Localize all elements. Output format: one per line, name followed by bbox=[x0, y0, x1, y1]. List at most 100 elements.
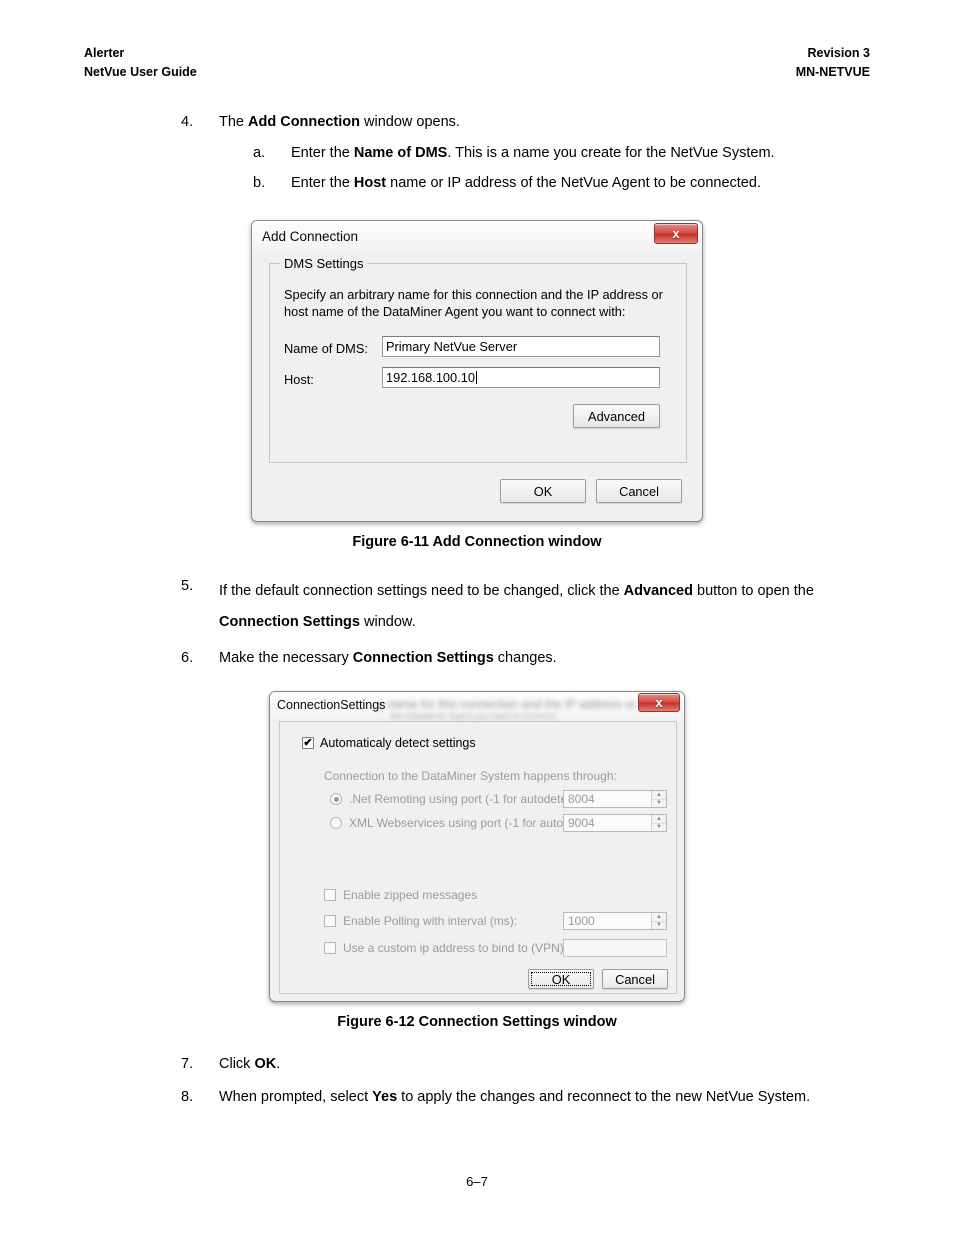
header-document-title: NetVue User Guide bbox=[84, 65, 197, 79]
host-label: Host: bbox=[284, 372, 314, 387]
page-footer: 6–7 bbox=[0, 1174, 954, 1189]
checkbox-icon bbox=[324, 942, 336, 954]
step-8-text-before: When prompted, select bbox=[219, 1089, 373, 1105]
spinner-arrows-icon[interactable]: ▲ ▼ bbox=[651, 913, 666, 929]
header-revision: Revision 3 bbox=[807, 46, 870, 60]
step-7-text: Click OK. bbox=[219, 1054, 954, 1075]
step-4-number: 4. bbox=[181, 114, 194, 130]
step-8-number: 8. bbox=[181, 1089, 194, 1105]
add-connection-dialog: Add Connection x DMS Settings Specify an… bbox=[251, 220, 703, 522]
spinner-down-icon[interactable]: ▼ bbox=[652, 824, 666, 832]
net-remoting-port-value: 8004 bbox=[568, 792, 595, 806]
enable-polling-label: Enable Polling with interval (ms): bbox=[343, 914, 518, 928]
checkbox-icon bbox=[324, 915, 336, 927]
connection-settings-body: ✔ Automaticaly detect settings Connectio… bbox=[279, 721, 677, 994]
checkbox-icon bbox=[324, 889, 336, 901]
connection-settings-titlebar[interactable]: ConnectionSettings y name for this conne… bbox=[270, 692, 684, 721]
step-4b-text-after: name or IP address of the NetVue Agent t… bbox=[386, 175, 761, 191]
step-5-number: 5. bbox=[181, 578, 194, 594]
step-5-text-mid: button to open the bbox=[692, 583, 814, 599]
xml-webservices-port-spinner[interactable]: 9004 ▲ ▼ bbox=[563, 814, 667, 832]
ghost-text-line1: y name for this connection and the IP ad… bbox=[378, 697, 636, 711]
step-8-text-after: to apply the changes and reconnect to th… bbox=[397, 1089, 811, 1105]
xml-webservices-port-value: 9004 bbox=[568, 816, 595, 830]
add-connection-titlebar[interactable]: Add Connection x bbox=[252, 221, 702, 251]
dms-description-line2: host name of the DataMiner Agent you wan… bbox=[284, 304, 626, 319]
step-4b-number: b. bbox=[253, 175, 266, 191]
custom-ip-value bbox=[564, 942, 568, 956]
step-5-bold-connection-settings: Connection Settings bbox=[219, 614, 360, 630]
step-6-text-after: changes. bbox=[493, 650, 557, 666]
spinner-down-icon[interactable]: ▼ bbox=[652, 800, 666, 808]
step-7-bold-ok: OK bbox=[254, 1056, 277, 1072]
header-document-owner: Alerter bbox=[84, 46, 125, 60]
step-7-number: 7. bbox=[181, 1056, 194, 1072]
header-left: Alerter NetVue User Guide bbox=[84, 44, 197, 82]
step-4a-text: Enter the Name of DMS. This is a name yo… bbox=[291, 143, 954, 164]
step-4-text: The Add Connection window opens. bbox=[219, 112, 954, 133]
document-content: 4. The Add Connection window opens. a. E… bbox=[0, 112, 954, 1118]
step-5-text-before: If the default connection settings need … bbox=[219, 583, 624, 599]
spinner-arrows-icon[interactable]: ▲ ▼ bbox=[651, 791, 666, 807]
step-7: 7. Click OK. bbox=[0, 1054, 954, 1075]
enable-zipped-messages-checkbox[interactable]: Enable zipped messages bbox=[324, 888, 477, 902]
custom-ip-input[interactable] bbox=[563, 939, 667, 957]
spinner-arrows-icon[interactable]: ▲ ▼ bbox=[651, 815, 666, 831]
ok-button[interactable]: OK bbox=[528, 969, 594, 989]
step-4-text-after: window opens. bbox=[359, 114, 460, 130]
step-6: 6. Make the necessary Connection Setting… bbox=[0, 648, 954, 669]
spinner-down-icon[interactable]: ▼ bbox=[652, 922, 666, 930]
checkbox-icon: ✔ bbox=[302, 737, 314, 749]
name-of-dms-input[interactable]: Primary NetVue Server bbox=[382, 336, 660, 357]
use-custom-ip-checkbox[interactable]: Use a custom ip address to bind to (VPN)… bbox=[324, 941, 567, 955]
connection-through-label: Connection to the DataMiner System happe… bbox=[324, 769, 617, 783]
cancel-button[interactable]: Cancel bbox=[596, 479, 682, 503]
spinner-up-icon[interactable]: ▲ bbox=[652, 913, 666, 922]
host-value: 192.168.100.10 bbox=[386, 370, 475, 385]
dms-settings-description: Specify an arbitrary name for this conne… bbox=[284, 286, 676, 320]
ok-button[interactable]: OK bbox=[500, 479, 586, 503]
dms-settings-groupbox: DMS Settings Specify an arbitrary name f… bbox=[269, 256, 687, 463]
radio-net-remoting[interactable]: .Net Remoting using port (-1 for autodet… bbox=[330, 792, 580, 806]
cancel-button[interactable]: Cancel bbox=[602, 969, 668, 989]
cancel-button-label: Cancel bbox=[615, 971, 655, 987]
figure-6-12: ConnectionSettings y name for this conne… bbox=[0, 691, 954, 1002]
spinner-up-icon[interactable]: ▲ bbox=[652, 815, 666, 824]
host-input[interactable]: 192.168.100.10 bbox=[382, 367, 660, 388]
name-of-dms-value: Primary NetVue Server bbox=[386, 339, 518, 354]
step-5: 5. If the default connection settings ne… bbox=[0, 576, 954, 638]
automatically-detect-settings-checkbox[interactable]: ✔ Automaticaly detect settings bbox=[302, 736, 476, 750]
polling-interval-spinner[interactable]: 1000 ▲ ▼ bbox=[563, 912, 667, 930]
radio-xml-webservices[interactable]: XML Webservices using port (-1 for autod… bbox=[330, 816, 600, 830]
use-custom-ip-label: Use a custom ip address to bind to (VPN)… bbox=[343, 941, 568, 955]
spinner-up-icon[interactable]: ▲ bbox=[652, 791, 666, 800]
enable-polling-checkbox[interactable]: Enable Polling with interval (ms): bbox=[324, 914, 517, 928]
step-4b-bold-host: Host bbox=[353, 175, 387, 191]
figure-6-12-caption: Figure 6-12 Connection Settings window bbox=[337, 1014, 617, 1030]
page-number: 6–7 bbox=[466, 1174, 488, 1189]
close-icon[interactable]: x bbox=[654, 223, 698, 244]
ok-button-label: OK bbox=[551, 971, 571, 987]
step-4-bold-add-connection: Add Connection bbox=[248, 114, 360, 130]
dms-settings-label: DMS Settings bbox=[280, 256, 368, 271]
step-4b-text: Enter the Host name or IP address of the… bbox=[291, 173, 954, 194]
close-icon[interactable]: x bbox=[638, 693, 680, 712]
step-8-bold-yes: Yes bbox=[372, 1089, 398, 1105]
advanced-button[interactable]: Advanced bbox=[573, 404, 660, 428]
text-caret bbox=[475, 371, 477, 384]
check-icon: ✔ bbox=[303, 736, 313, 749]
dms-description-line1: Specify an arbitrary name for this conne… bbox=[284, 287, 663, 302]
radio-dot-icon bbox=[333, 796, 339, 802]
step-6-text: Make the necessary Connection Settings c… bbox=[219, 648, 954, 669]
step-4b: b. Enter the Host name or IP address of … bbox=[0, 173, 954, 194]
connection-settings-title: ConnectionSettings bbox=[277, 698, 386, 712]
net-remoting-port-spinner[interactable]: 8004 ▲ ▼ bbox=[563, 790, 667, 808]
add-connection-title: Add Connection bbox=[262, 228, 359, 244]
name-of-dms-label: Name of DMS: bbox=[284, 341, 368, 356]
step-7-text-before: Click bbox=[219, 1056, 255, 1072]
ghost-text-line2: the DataMiner Agent you want to connect bbox=[390, 711, 555, 721]
figure-6-11: Add Connection x DMS Settings Specify an… bbox=[0, 220, 954, 522]
connection-settings-dialog: ConnectionSettings y name for this conne… bbox=[269, 691, 685, 1002]
step-7-text-after: . bbox=[276, 1056, 281, 1072]
step-4b-text-before: Enter the bbox=[291, 175, 354, 191]
